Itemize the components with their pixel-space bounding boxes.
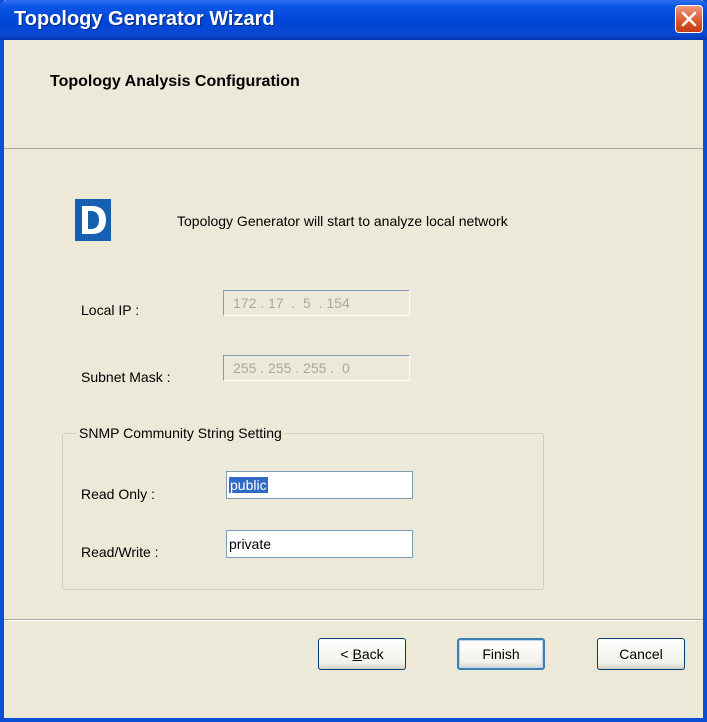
finish-button[interactable]: Finish	[457, 638, 545, 670]
snmp-group-legend: SNMP Community String Setting	[76, 425, 285, 441]
d-link-logo-icon	[75, 199, 111, 241]
back-rest: ack	[361, 646, 384, 662]
local-ip-label: Local IP :	[81, 302, 140, 318]
subnet-mask-label: Subnet Mask :	[81, 369, 171, 385]
read-write-label: Read/Write :	[81, 544, 159, 560]
wizard-window: Topology Generator Wizard Topology Analy…	[0, 0, 707, 722]
title-bar[interactable]: Topology Generator Wizard	[0, 0, 707, 40]
page-title: Topology Analysis Configuration	[50, 73, 300, 90]
local-ip-field[interactable]: 172 . 17 . 5 . 154	[223, 290, 410, 316]
snmp-group-box	[62, 433, 544, 590]
back-button[interactable]: < Back	[318, 638, 406, 670]
cancel-button[interactable]: Cancel	[597, 638, 685, 670]
read-only-value: public	[229, 477, 268, 493]
wizard-header: Topology Analysis Configuration	[4, 40, 703, 149]
read-write-input[interactable]: private	[226, 530, 413, 558]
window-title: Topology Generator Wizard	[14, 8, 275, 30]
intro-text: Topology Generator will start to analyze…	[177, 213, 508, 229]
close-icon	[681, 11, 697, 27]
back-mnemonic: B	[352, 646, 362, 662]
close-button[interactable]	[675, 5, 703, 33]
back-prefix: <	[340, 646, 353, 662]
footer-divider	[4, 619, 703, 621]
read-only-input[interactable]: public	[226, 471, 413, 499]
subnet-mask-field[interactable]: 255 . 255 . 255 . 0	[223, 355, 410, 381]
read-only-label: Read Only :	[81, 486, 155, 502]
